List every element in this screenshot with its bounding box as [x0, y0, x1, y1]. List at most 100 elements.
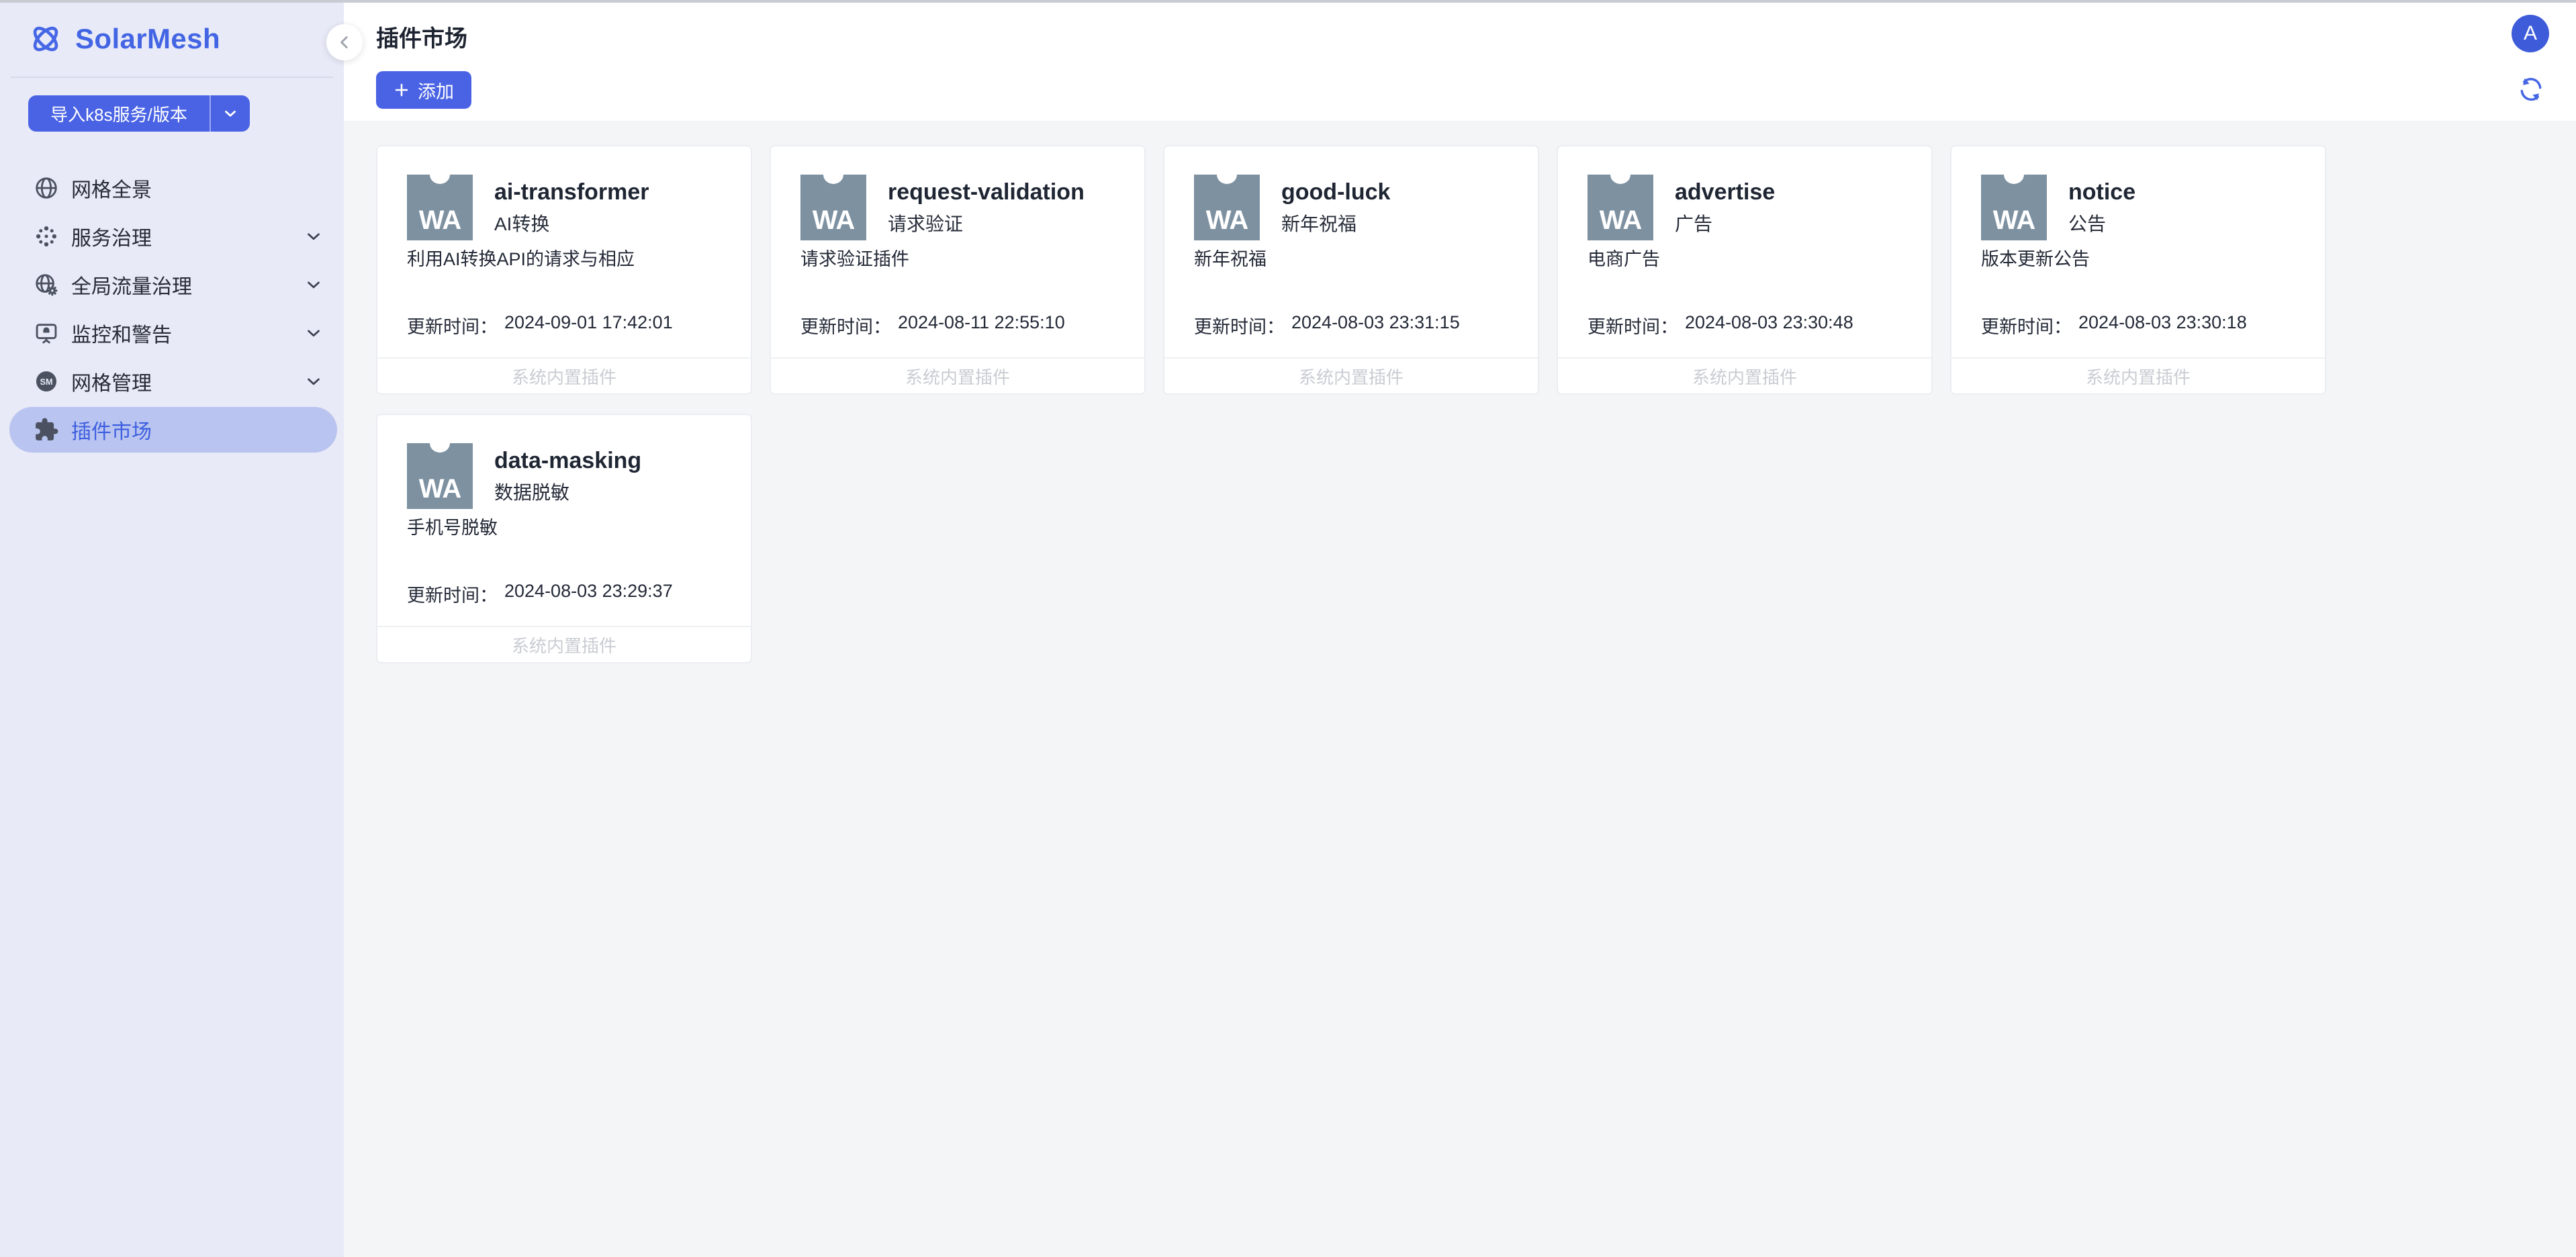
- plugin-update-time: 更新时间： 2024-08-03 23:30:18: [1981, 312, 2295, 338]
- plugin-source-tag: 系统内置插件: [771, 357, 1144, 393]
- chevron-down-icon[interactable]: [304, 275, 324, 295]
- sidebar-item-monitoring-alerts[interactable]: 监控和警告: [9, 310, 337, 356]
- app-logo[interactable]: SolarMesh: [0, 0, 344, 56]
- sm-badge-icon: SM: [34, 369, 59, 394]
- plugin-card-body: WA ai-transformer AI转换 利用AI转换API的请求与相应 更…: [377, 146, 751, 357]
- sidebar-item-mesh-management[interactable]: SM 网格管理: [9, 359, 337, 404]
- plugin-name: request-validation: [888, 179, 1085, 205]
- sidebar-nav: 网格全景 服务治理 全局流量治理 监控和警告 SM 网格管理 插件市场: [0, 165, 344, 453]
- plugin-alias: AI转换: [494, 214, 649, 235]
- globe-gear-icon: [34, 272, 59, 297]
- plugin-description: 电商广告: [1588, 248, 1902, 270]
- plus-icon: [394, 82, 410, 98]
- nav-caret-spacer: [304, 420, 324, 440]
- plugin-description: 新年祝福: [1194, 248, 1508, 270]
- plugin-alias: 请求验证: [888, 214, 1085, 235]
- plugin-update-time: 更新时间： 2024-08-03 23:30:48: [1588, 312, 1902, 338]
- user-avatar[interactable]: A: [2512, 15, 2549, 52]
- update-time-label: 更新时间：: [800, 312, 891, 338]
- plugin-name: data-masking: [494, 447, 641, 474]
- plugin-card-body: WA notice 公告 版本更新公告 更新时间： 2024-08-03 23:…: [1951, 146, 2325, 357]
- sidebar-item-service-governance[interactable]: 服务治理: [9, 214, 337, 259]
- update-time-value: 2024-08-03 23:31:15: [1291, 312, 1460, 338]
- plugin-alias: 新年祝福: [1281, 214, 1390, 235]
- plugin-source-tag: 系统内置插件: [1164, 357, 1538, 393]
- plugin-description: 手机号脱敏: [407, 517, 721, 539]
- plugin-card-advertise[interactable]: WA advertise 广告 电商广告 更新时间： 2024-08-03 23…: [1557, 145, 1933, 395]
- wasm-icon-label: WA: [1600, 207, 1641, 240]
- refresh-icon[interactable]: [2517, 75, 2545, 103]
- plugin-alias: 数据脱敏: [494, 482, 641, 504]
- plugin-grid: WA ai-transformer AI转换 利用AI转换API的请求与相应 更…: [344, 121, 2576, 1257]
- chevron-down-icon[interactable]: [304, 323, 324, 343]
- sidebar-item-global-traffic-governance[interactable]: 全局流量治理: [9, 262, 337, 308]
- plugin-update-time: 更新时间： 2024-08-11 22:55:10: [800, 312, 1115, 338]
- wasm-icon-label: WA: [1206, 207, 1248, 240]
- update-time-value: 2024-09-01 17:42:01: [504, 312, 673, 338]
- plugin-card-head: WA notice 公告: [1981, 175, 2295, 240]
- wasm-plugin-icon: WA: [1981, 175, 2047, 240]
- svg-text:SM: SM: [40, 377, 53, 387]
- plugin-card-body: WA good-luck 新年祝福 新年祝福 更新时间： 2024-08-03 …: [1164, 146, 1538, 357]
- plugin-card-request-validation[interactable]: WA request-validation 请求验证 请求验证插件 更新时间： …: [770, 145, 1146, 395]
- page-header: 插件市场 添加 A: [344, 0, 2576, 121]
- window-top-edge: [0, 0, 2576, 3]
- main-area: 插件市场 添加 A WA: [344, 0, 2576, 1257]
- update-time-value: 2024-08-03 23:30:18: [2078, 312, 2247, 338]
- plugin-card-data-masking[interactable]: WA data-masking 数据脱敏 手机号脱敏 更新时间： 2024-08…: [376, 414, 752, 663]
- update-time-label: 更新时间：: [407, 581, 498, 607]
- plugin-source-tag: 系统内置插件: [377, 626, 751, 662]
- wasm-plugin-icon: WA: [800, 175, 866, 240]
- wasm-plugin-icon: WA: [407, 443, 473, 509]
- plugin-description: 利用AI转换API的请求与相应: [407, 248, 721, 270]
- plugin-description: 请求验证插件: [800, 248, 1115, 270]
- import-row: 导入k8s服务/版本: [0, 78, 344, 132]
- wasm-icon-label: WA: [813, 207, 854, 240]
- plugin-source-tag: 系统内置插件: [1951, 357, 2325, 393]
- chevron-down-icon[interactable]: [304, 226, 324, 246]
- puzzle-icon: [34, 417, 59, 443]
- plugin-source-tag: 系统内置插件: [1558, 357, 1931, 393]
- plugin-card-good-luck[interactable]: WA good-luck 新年祝福 新年祝福 更新时间： 2024-08-03 …: [1163, 145, 1539, 395]
- import-k8s-button[interactable]: 导入k8s服务/版本: [28, 95, 250, 132]
- plugin-update-time: 更新时间： 2024-08-03 23:29:37: [407, 581, 721, 607]
- import-k8s-label: 导入k8s服务/版本: [28, 101, 210, 126]
- plugin-alias: 广告: [1675, 214, 1775, 235]
- update-time-label: 更新时间：: [1194, 312, 1285, 338]
- page-title: 插件市场: [376, 20, 467, 53]
- add-plugin-label: 添加: [418, 77, 454, 103]
- plugin-card-head: WA data-masking 数据脱敏: [407, 443, 721, 509]
- plugin-card-body: WA request-validation 请求验证 请求验证插件 更新时间： …: [771, 146, 1144, 357]
- wasm-plugin-icon: WA: [1194, 175, 1260, 240]
- wasm-icon-label: WA: [1993, 207, 2035, 240]
- sidebar: SolarMesh 导入k8s服务/版本 网格全景 服务治理 全局流量治理 监控: [0, 0, 344, 1257]
- monitor-bell-icon: [34, 320, 59, 346]
- plugin-alias: 公告: [2068, 214, 2135, 235]
- plugin-card-head: WA good-luck 新年祝福: [1194, 175, 1508, 240]
- update-time-label: 更新时间：: [407, 312, 498, 338]
- plugin-card-notice[interactable]: WA notice 公告 版本更新公告 更新时间： 2024-08-03 23:…: [1950, 145, 2326, 395]
- plugin-name: notice: [2068, 179, 2135, 205]
- update-time-value: 2024-08-03 23:29:37: [504, 581, 673, 607]
- plugin-update-time: 更新时间： 2024-08-03 23:31:15: [1194, 312, 1508, 338]
- plugin-card-body: WA advertise 广告 电商广告 更新时间： 2024-08-03 23…: [1558, 146, 1931, 357]
- service-dots-icon: [34, 224, 59, 249]
- chevron-down-icon[interactable]: [211, 105, 250, 122]
- update-time-value: 2024-08-11 22:55:10: [898, 312, 1065, 338]
- sidebar-item-mesh-overview[interactable]: 网格全景: [9, 165, 337, 211]
- plugin-source-tag: 系统内置插件: [377, 357, 751, 393]
- add-plugin-button[interactable]: 添加: [376, 71, 471, 109]
- wasm-plugin-icon: WA: [1588, 175, 1653, 240]
- update-time-label: 更新时间：: [1981, 312, 2072, 338]
- sidebar-collapse-button[interactable]: [326, 24, 363, 60]
- plugin-card-head: WA advertise 广告: [1588, 175, 1902, 240]
- sidebar-item-plugin-market[interactable]: 插件市场: [9, 407, 337, 453]
- plugin-card-ai-transformer[interactable]: WA ai-transformer AI转换 利用AI转换API的请求与相应 更…: [376, 145, 752, 395]
- plugin-name: ai-transformer: [494, 179, 649, 205]
- plugin-card-head: WA ai-transformer AI转换: [407, 175, 721, 240]
- wasm-plugin-icon: WA: [407, 175, 473, 240]
- solarmesh-logo-icon: [28, 21, 63, 56]
- app-name: SolarMesh: [75, 23, 220, 55]
- update-time-label: 更新时间：: [1588, 312, 1678, 338]
- chevron-down-icon[interactable]: [304, 371, 324, 391]
